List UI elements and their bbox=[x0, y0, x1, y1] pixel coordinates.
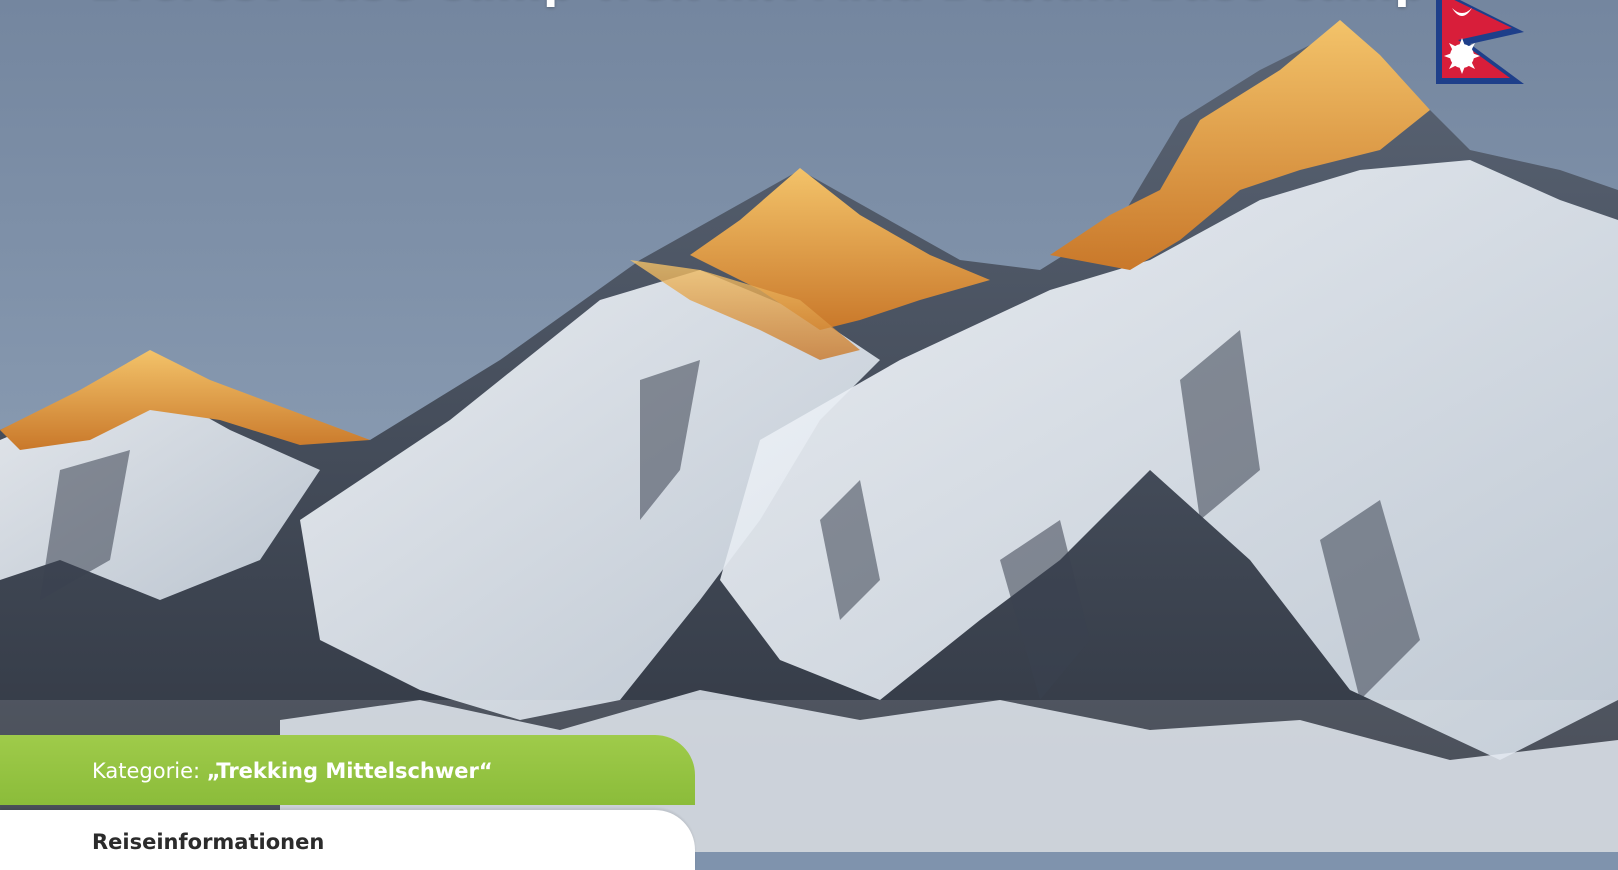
category-value: „Trekking Mittelschwer“ bbox=[206, 759, 493, 783]
page-title: Everest Base Camp Trek mit Ama Dablam Ba… bbox=[90, 0, 1426, 9]
mountain-landscape-photo bbox=[0, 0, 1618, 852]
category-line: Kategorie: „Trekking Mittelschwer“ bbox=[92, 759, 493, 783]
category-label: Kategorie: bbox=[92, 759, 201, 783]
nepal-flag-icon bbox=[1436, 0, 1524, 84]
info-heading: Reiseinformationen bbox=[92, 830, 325, 854]
